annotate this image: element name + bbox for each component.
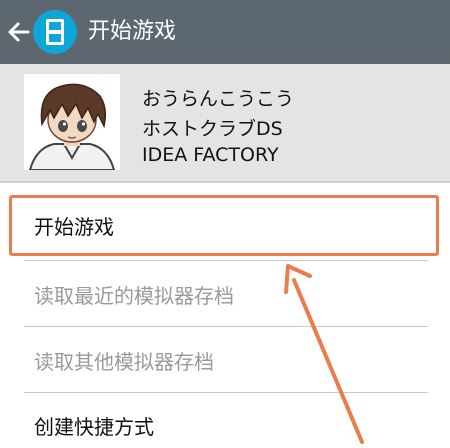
game-title: おうらんこうこう <box>142 88 295 110</box>
menu-item-label: 开始游戏 <box>34 215 114 239</box>
menu-item-load-recent-save[interactable]: 读取最近的模拟器存档 <box>0 267 450 325</box>
menu-item-label: 创建快捷方式 <box>34 415 154 439</box>
menu-item-label: 读取其他模拟器存档 <box>34 350 214 374</box>
game-info-panel: おうらんこうこう ホストクラブDS IDEA FACTORY <box>0 64 450 183</box>
game-cover-avatar <box>24 74 120 170</box>
game-publisher: IDEA FACTORY <box>142 144 279 166</box>
menu-item-create-shortcut[interactable]: 创建快捷方式 <box>0 398 450 448</box>
menu-item-start-game[interactable]: 开始游戏 <box>0 198 450 256</box>
game-subtitle: ホストクラブDS <box>142 118 283 140</box>
nintendo-ds-emulator-icon <box>33 10 77 54</box>
menu-item-label: 读取最近的模拟器存档 <box>34 284 234 308</box>
page-title: 开始游戏 <box>88 19 177 44</box>
back-arrow-icon[interactable] <box>6 19 32 45</box>
menu-item-load-other-save[interactable]: 读取其他模拟器存档 <box>0 333 450 391</box>
divider <box>24 260 428 261</box>
pointer-arrow-icon <box>284 264 364 444</box>
app-toolbar: 开始游戏 <box>0 0 450 64</box>
